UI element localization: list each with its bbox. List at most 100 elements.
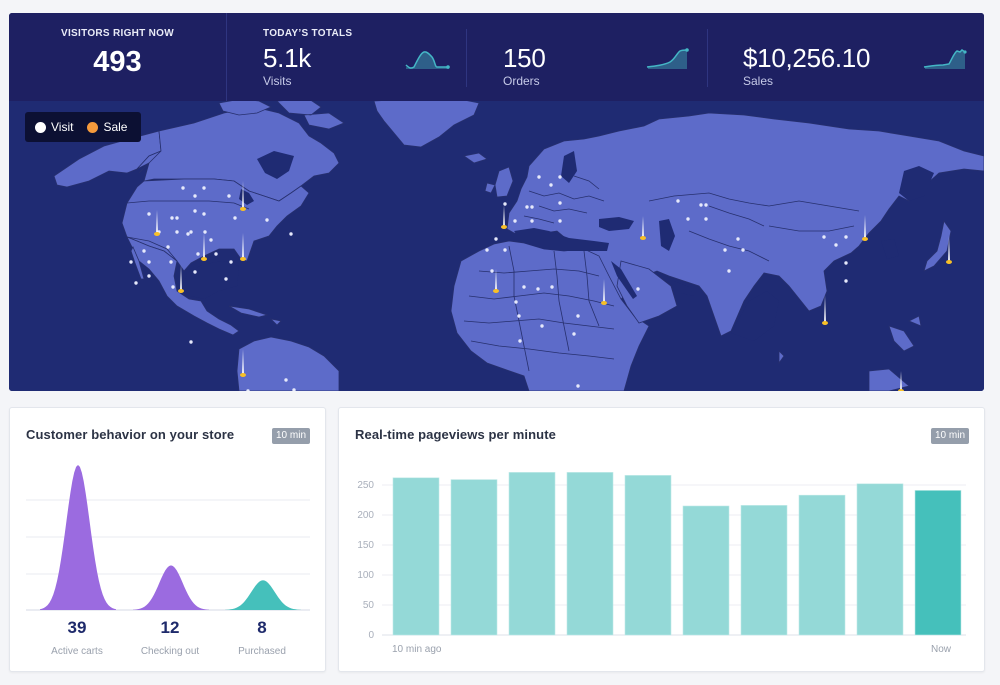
visit-dot — [289, 232, 293, 236]
sales-stat[interactable]: $10,256.10 Sales — [743, 43, 870, 93]
sale-dot — [501, 225, 507, 229]
visit-dot — [202, 186, 206, 190]
pageviews-bar[interactable] — [508, 472, 556, 636]
visit-dot — [576, 384, 580, 388]
customer-behavior-card: Customer behavior on your store 10 min 3… — [9, 407, 326, 672]
yellow-sea — [881, 239, 899, 259]
visit-dot — [676, 199, 680, 203]
pageviews-bar[interactable] — [682, 505, 730, 636]
orders-label: Orders — [503, 74, 540, 88]
live-view-panel: VISITORS RIGHT NOW 493 TODAY’S TOTALS 5.… — [9, 13, 984, 391]
visit-dot — [147, 260, 151, 264]
visit-legend-dot-icon — [35, 121, 46, 133]
visits-sparkline — [405, 51, 450, 69]
y-tick-label: 200 — [357, 510, 374, 521]
sale-dot — [862, 237, 868, 241]
visit-dot — [540, 324, 544, 328]
behavior-peak-purchased — [225, 580, 301, 610]
sale-spike — [642, 216, 644, 238]
visit-dot — [170, 216, 174, 220]
x-start-label: 10 min ago — [392, 644, 442, 655]
orders-sparkline — [646, 48, 689, 69]
sale-spike — [603, 279, 605, 303]
sale-dot — [201, 257, 207, 261]
sale-dot — [178, 289, 184, 293]
sale-spike — [203, 233, 205, 259]
orders-stat[interactable]: 150 Orders — [503, 43, 546, 93]
pageviews-bar[interactable] — [914, 490, 962, 636]
visit-dot — [284, 378, 288, 382]
y-tick-label: 0 — [368, 630, 374, 641]
visit-dot — [209, 238, 213, 242]
visit-dot — [214, 252, 218, 256]
visit-dot — [227, 194, 231, 198]
visitors-right-now: VISITORS RIGHT NOW 493 — [9, 13, 227, 101]
visit-dot — [181, 186, 185, 190]
sale-spike — [948, 236, 950, 262]
visit-dot — [550, 285, 554, 289]
visit-dot — [530, 219, 534, 223]
visit-dot — [490, 269, 494, 273]
pageviews-bar[interactable] — [798, 494, 846, 636]
visit-dot — [530, 205, 534, 209]
sale-dot — [898, 389, 904, 391]
pageviews-bar[interactable] — [740, 505, 788, 636]
visit-dot — [494, 237, 498, 241]
metric-checking-out: 12 Checking out — [125, 618, 215, 657]
visits-value: 5.1k — [263, 43, 311, 73]
sales-sparkline-dot — [963, 50, 967, 54]
pageviews-bar[interactable] — [450, 479, 498, 636]
visit-dot — [503, 248, 507, 252]
legend-visit[interactable]: Visit — [35, 120, 73, 134]
pageviews-bar[interactable] — [392, 477, 440, 636]
world-map-svg — [53, 101, 984, 391]
visit-dot — [844, 261, 848, 265]
sale-dot — [240, 207, 246, 211]
visit-dot — [699, 203, 703, 207]
bar-marks — [392, 472, 962, 636]
visit-dot — [558, 201, 562, 205]
world-map[interactable]: Visit Sale — [9, 101, 984, 391]
visit-dot — [485, 248, 489, 252]
sale-spike — [900, 371, 902, 391]
pageviews-card: Real-time pageviews per minute 10 min 05… — [338, 407, 985, 672]
visit-dot — [175, 216, 179, 220]
visit-dot — [166, 245, 170, 249]
visit-dot — [193, 270, 197, 274]
orders-sparkline-dot — [685, 48, 689, 52]
checking-out-label: Checking out — [140, 646, 200, 657]
visit-dot — [134, 281, 138, 285]
sale-dot — [154, 232, 160, 236]
visit-dot — [736, 237, 740, 241]
visit-dot — [822, 235, 826, 239]
visit-dot — [537, 175, 541, 179]
visit-dot — [224, 277, 228, 281]
legend-sale[interactable]: Sale — [87, 120, 127, 134]
legend-sale-label: Sale — [103, 120, 128, 134]
visits-stat[interactable]: 5.1k Visits — [263, 43, 311, 93]
sale-marker — [501, 205, 507, 229]
sale-spike — [495, 269, 497, 291]
land-japan — [923, 220, 952, 272]
visitors-label: VISITORS RIGHT NOW — [61, 28, 174, 39]
pageviews-bar[interactable] — [624, 475, 672, 636]
orders-value: 150 — [503, 43, 546, 73]
visits-sparkline-dot — [446, 65, 450, 69]
land-cuba — [228, 305, 282, 326]
pageviews-bar[interactable] — [566, 472, 614, 636]
visit-dot — [536, 287, 540, 291]
sale-spike — [824, 295, 826, 323]
pageviews-bar[interactable] — [856, 483, 904, 636]
y-tick-label: 250 — [357, 480, 374, 491]
sale-dot — [601, 301, 607, 305]
visit-dot — [558, 219, 562, 223]
sale-spike — [242, 349, 244, 375]
visit-dot — [189, 230, 193, 234]
visit-dot — [525, 205, 529, 209]
pageviews-bar-chart: 0 50 100 150 200 250 — [357, 472, 966, 641]
visit-dot — [558, 175, 562, 179]
active-carts-label: Active carts — [51, 646, 103, 657]
visit-dot — [147, 274, 151, 278]
map-legend: Visit Sale — [25, 112, 141, 142]
purchased-value: 8 — [257, 618, 267, 637]
